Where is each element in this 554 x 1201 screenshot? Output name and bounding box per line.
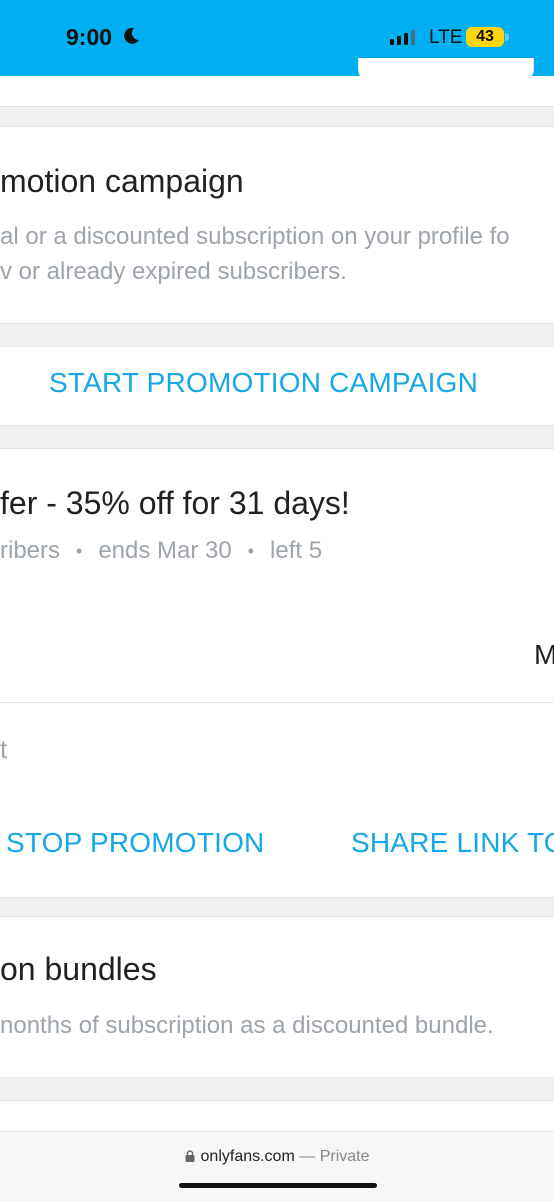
- bundles-title: on bundles: [0, 951, 157, 987]
- status-time: 9:00: [66, 24, 113, 50]
- private-mode-label: Private: [319, 1148, 370, 1165]
- home-indicator: [179, 1183, 377, 1188]
- address-text[interactable]: onlyfans.com — Private: [0, 1148, 554, 1166]
- start-promotion-card: START PROMOTION CAMPAIGN: [0, 346, 554, 426]
- offer-ends: ends Mar 30: [98, 537, 232, 564]
- stop-promotion-button[interactable]: STOP PROMOTION: [6, 827, 264, 859]
- offer-meta: ribers • ends Mar 30 • left 5: [0, 537, 322, 565]
- offer-left: left 5: [270, 537, 323, 564]
- offer-status-fragment: t: [0, 734, 8, 764]
- battery-nub: [505, 33, 509, 41]
- promotion-campaign-description-line-1: al or a discounted subscription on your …: [0, 223, 510, 250]
- start-promotion-campaign-button[interactable]: START PROMOTION CAMPAIGN: [49, 367, 478, 399]
- browser-address-bar[interactable]: onlyfans.com — Private: [0, 1131, 554, 1201]
- address-domain: onlyfans.com: [200, 1148, 295, 1165]
- active-offer-card: fer - 35% off for 31 days! ribers • ends M…: [0, 448, 554, 898]
- bundles-description: nonths of subscription as a discounted b…: [0, 1012, 494, 1039]
- offer-separator: [0, 702, 554, 703]
- promotion-campaign-card: motion campaign al or a discounted subsc…: [0, 126, 554, 324]
- network-type: LTE: [429, 27, 463, 48]
- meta-dot-2: •: [247, 541, 255, 562]
- cellular-signal-icon: [390, 30, 415, 45]
- offer-subscribers: ribers: [0, 537, 61, 564]
- do-not-disturb-moon-icon: [124, 27, 139, 44]
- subscription-bundles-card: on bundles nonths of subscription as a d…: [0, 916, 554, 1078]
- meta-dot-1: •: [76, 541, 83, 562]
- offer-title: fer - 35% off for 31 days!: [0, 485, 350, 521]
- lock-icon: [185, 1150, 195, 1162]
- promotion-campaign-description-line-2: v or already expired subscribers.: [0, 258, 347, 285]
- battery-level: 43: [476, 28, 494, 45]
- share-link-button[interactable]: SHARE LINK TO: [351, 827, 554, 859]
- offer-right-truncated-text: M: [534, 639, 554, 670]
- address-separator: —: [299, 1148, 316, 1165]
- battery-icon: 43: [466, 27, 504, 47]
- top-card-edge: [0, 76, 554, 107]
- promotion-campaign-title: motion campaign: [0, 163, 244, 199]
